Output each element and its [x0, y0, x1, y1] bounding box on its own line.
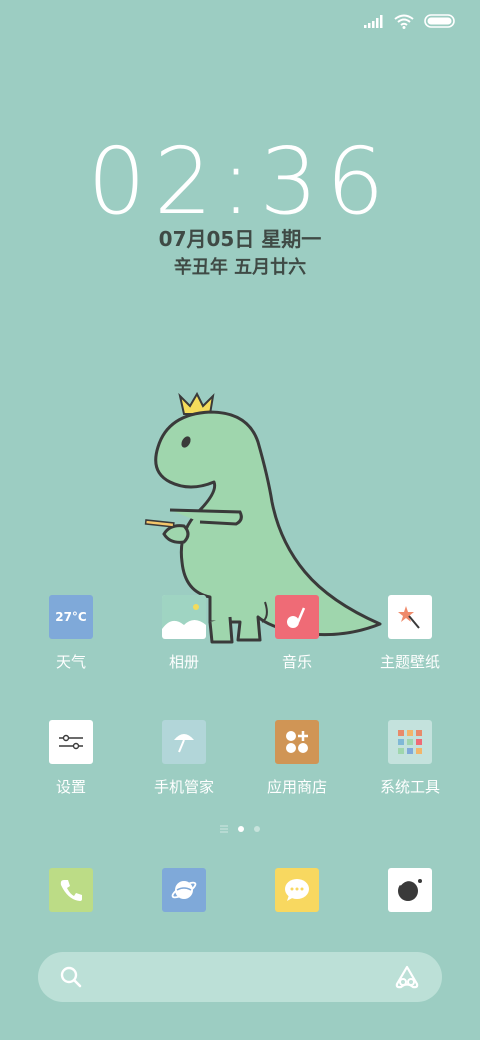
dock-messages[interactable]: [275, 868, 319, 912]
lockscreen-lunar-date: 辛丑年 五月廿六: [173, 257, 307, 278]
app-settings[interactable]: 设置: [16, 720, 126, 796]
status-bar: [364, 10, 456, 32]
app-label: 设置: [55, 778, 86, 796]
tools-icon: [388, 720, 432, 764]
app-label: 主题壁纸: [379, 653, 440, 671]
dock-browser[interactable]: [162, 868, 206, 912]
page-indicator[interactable]: [0, 825, 480, 833]
app-weather[interactable]: 27°C 天气: [16, 595, 126, 671]
app-label: 天气: [55, 653, 86, 671]
settings-icon: [49, 720, 93, 764]
app-music[interactable]: 音乐: [242, 595, 352, 671]
messages-icon: [285, 879, 309, 901]
app-store-icon: [275, 720, 319, 764]
app-label: 相册: [168, 653, 199, 671]
app-label: 系统工具: [379, 778, 440, 796]
weather-icon: 27°C: [49, 595, 93, 639]
signal-icon: [364, 15, 383, 28]
dock-camera[interactable]: [388, 868, 432, 912]
wifi-icon: [394, 14, 414, 29]
app-label: 音乐: [281, 653, 312, 671]
search-icon[interactable]: [60, 966, 82, 988]
lockscreen-date: 07月05日 星期一: [158, 227, 322, 251]
battery-icon: [424, 14, 455, 28]
app-label: 应用商店: [266, 778, 327, 796]
page-dot: [254, 826, 260, 832]
app-phone-manager[interactable]: 手机管家: [129, 720, 239, 796]
assistant-icon[interactable]: [394, 964, 420, 990]
dock-phone[interactable]: [49, 868, 93, 912]
app-system-tools[interactable]: 系统工具: [355, 720, 465, 796]
app-themes[interactable]: 主题壁纸: [355, 595, 465, 671]
app-store[interactable]: 应用商店: [242, 720, 352, 796]
music-icon: [275, 595, 319, 639]
search-bar[interactable]: [38, 952, 442, 1002]
app-gallery[interactable]: 相册: [129, 595, 239, 671]
lockscreen-clock: 02:36: [87, 128, 393, 235]
app-label: 手机管家: [153, 778, 214, 796]
theme-icon: [388, 595, 432, 639]
weather-temperature: 27°C: [55, 610, 87, 624]
page-dot-active: [238, 826, 244, 832]
menu-page-icon: [220, 825, 228, 833]
browser-icon: [171, 881, 197, 899]
security-icon: [162, 720, 206, 764]
camera-icon: [398, 879, 422, 901]
phone-icon: [60, 880, 82, 901]
gallery-icon: [162, 595, 206, 639]
